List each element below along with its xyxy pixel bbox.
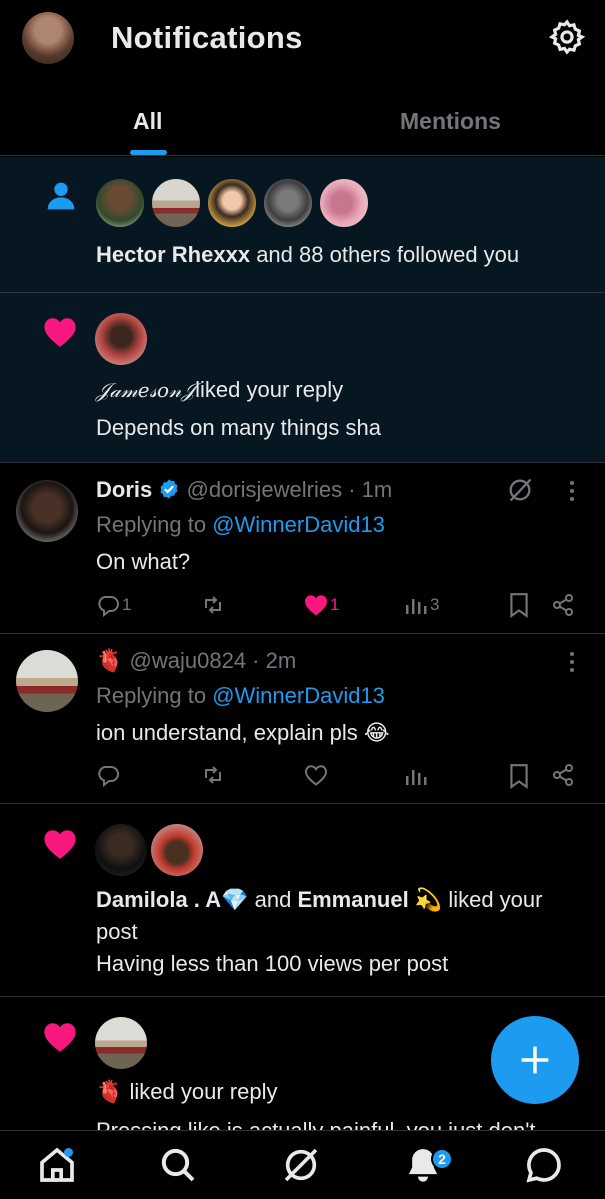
views-icon[interactable] [405, 764, 427, 788]
bookmark-icon[interactable] [508, 592, 530, 618]
post-snippet: Having less than 100 views per post [96, 951, 449, 976]
tab-all[interactable]: All [133, 108, 162, 135]
tweet-header: 🫀 @waju0824 · 2m [96, 648, 296, 674]
home-unread-dot [64, 1148, 73, 1157]
grok-icon[interactable] [281, 1145, 321, 1185]
messages-icon[interactable] [524, 1145, 564, 1185]
avatar[interactable] [16, 650, 78, 712]
like-count: 1 [330, 595, 340, 614]
page-title: Notifications [111, 20, 303, 55]
liker-name[interactable]: Emmanuel 💫 [297, 887, 442, 912]
grok-icon[interactable] [506, 476, 534, 504]
more-options-icon[interactable] [561, 650, 583, 674]
retweet-icon[interactable] [200, 763, 226, 787]
like-text: Damilola . A💎 and Emmanuel 💫 liked your … [96, 887, 543, 944]
like-text: 🫀 liked your reply [96, 1079, 278, 1104]
tweet-time: · 1m [342, 477, 393, 502]
settings-gear-icon[interactable] [548, 18, 586, 56]
like-notification[interactable]: Damilola . A💎 and Emmanuel 💫 liked your … [0, 804, 605, 997]
views-button[interactable]: 3 [405, 593, 439, 617]
replying-to: Replying to @WinnerDavid13 [96, 683, 385, 708]
active-tab-indicator [130, 150, 167, 155]
avatar[interactable] [318, 177, 370, 229]
like-notification[interactable]: 𝒥𝒶𝓂𝑒𝓈𝑜𝓃𝒥liked your reply Depends on many… [0, 293, 605, 463]
reply-tweet[interactable]: Doris @dorisjewelries · 1m Replying to @… [0, 463, 605, 634]
reply-tweet[interactable]: 🫀 @waju0824 · 2m Replying to @WinnerDavi… [0, 634, 605, 804]
avatar[interactable] [16, 480, 78, 542]
avatar[interactable] [206, 177, 258, 229]
notification-badge: 2 [431, 1148, 453, 1170]
bottom-navigation [0, 1130, 605, 1199]
avatar[interactable] [94, 177, 146, 229]
heart-icon[interactable] [304, 764, 328, 786]
author-handle[interactable]: @dorisjewelries [187, 477, 343, 502]
mention-link[interactable]: @WinnerDavid13 [212, 512, 385, 537]
views-icon [406, 599, 427, 614]
like-button[interactable]: 1 [304, 594, 339, 616]
follower-name[interactable]: Hector Rhexxx [96, 242, 250, 267]
notification-tabs: All Mentions [0, 88, 605, 156]
author-name[interactable]: Doris [96, 477, 152, 502]
replying-to: Replying to @WinnerDavid13 [96, 512, 385, 537]
author-handle[interactable]: @waju0824 [130, 648, 247, 673]
avatar[interactable] [151, 824, 203, 876]
reply-count: 1 [122, 595, 132, 614]
profile-avatar[interactable] [22, 12, 74, 64]
compose-button[interactable] [491, 1016, 579, 1104]
follow-notification[interactable]: Hector Rhexxx and 88 others followed you [0, 157, 605, 293]
liker-name[interactable]: 𝒥𝒶𝓂𝑒𝓈𝑜𝓃𝒥 [96, 378, 195, 402]
heart-icon [44, 830, 76, 859]
share-icon[interactable] [551, 763, 575, 787]
share-icon[interactable] [551, 593, 575, 617]
liker-name[interactable]: Damilola . A💎 [96, 887, 249, 912]
reply-snippet: Pressing like is actually painful, you j… [96, 1118, 536, 1130]
heart-icon [44, 1023, 76, 1052]
reply-snippet: Depends on many things sha [96, 415, 381, 440]
tweet-header: Doris @dorisjewelries · 1m [96, 477, 392, 503]
bookmark-icon[interactable] [508, 763, 530, 789]
top-bar: Notifications [0, 0, 605, 80]
avatar[interactable] [150, 177, 202, 229]
more-options-icon[interactable] [561, 479, 583, 503]
heart-filled-icon [305, 595, 327, 616]
liker-name[interactable]: 🫀 [96, 1079, 123, 1104]
search-icon[interactable] [158, 1145, 198, 1185]
verified-badge-icon [160, 479, 178, 499]
tab-mentions[interactable]: Mentions [400, 108, 501, 135]
reply-icon [98, 596, 119, 617]
tweet-time: · 2m [246, 648, 297, 673]
reply-icon[interactable] [96, 763, 120, 787]
like-text: 𝒥𝒶𝓂𝑒𝓈𝑜𝓃𝒥liked your reply [96, 377, 344, 402]
avatar[interactable] [95, 1017, 147, 1069]
follow-text: Hector Rhexxx and 88 others followed you [96, 242, 520, 267]
avatar[interactable] [95, 824, 147, 876]
avatar[interactable] [95, 313, 147, 365]
tweet-body: ion understand, explain pls 😂 [96, 720, 390, 745]
person-icon [47, 182, 75, 210]
reply-button[interactable]: 1 [96, 593, 131, 617]
retweet-icon[interactable] [200, 593, 226, 617]
tweet-body: On what? [96, 549, 191, 574]
mention-link[interactable]: @WinnerDavid13 [212, 683, 385, 708]
author-name[interactable]: 🫀 [96, 648, 123, 673]
heart-icon [44, 318, 76, 347]
views-count: 3 [430, 595, 440, 614]
avatar[interactable] [262, 177, 314, 229]
plus-icon [521, 1046, 549, 1074]
